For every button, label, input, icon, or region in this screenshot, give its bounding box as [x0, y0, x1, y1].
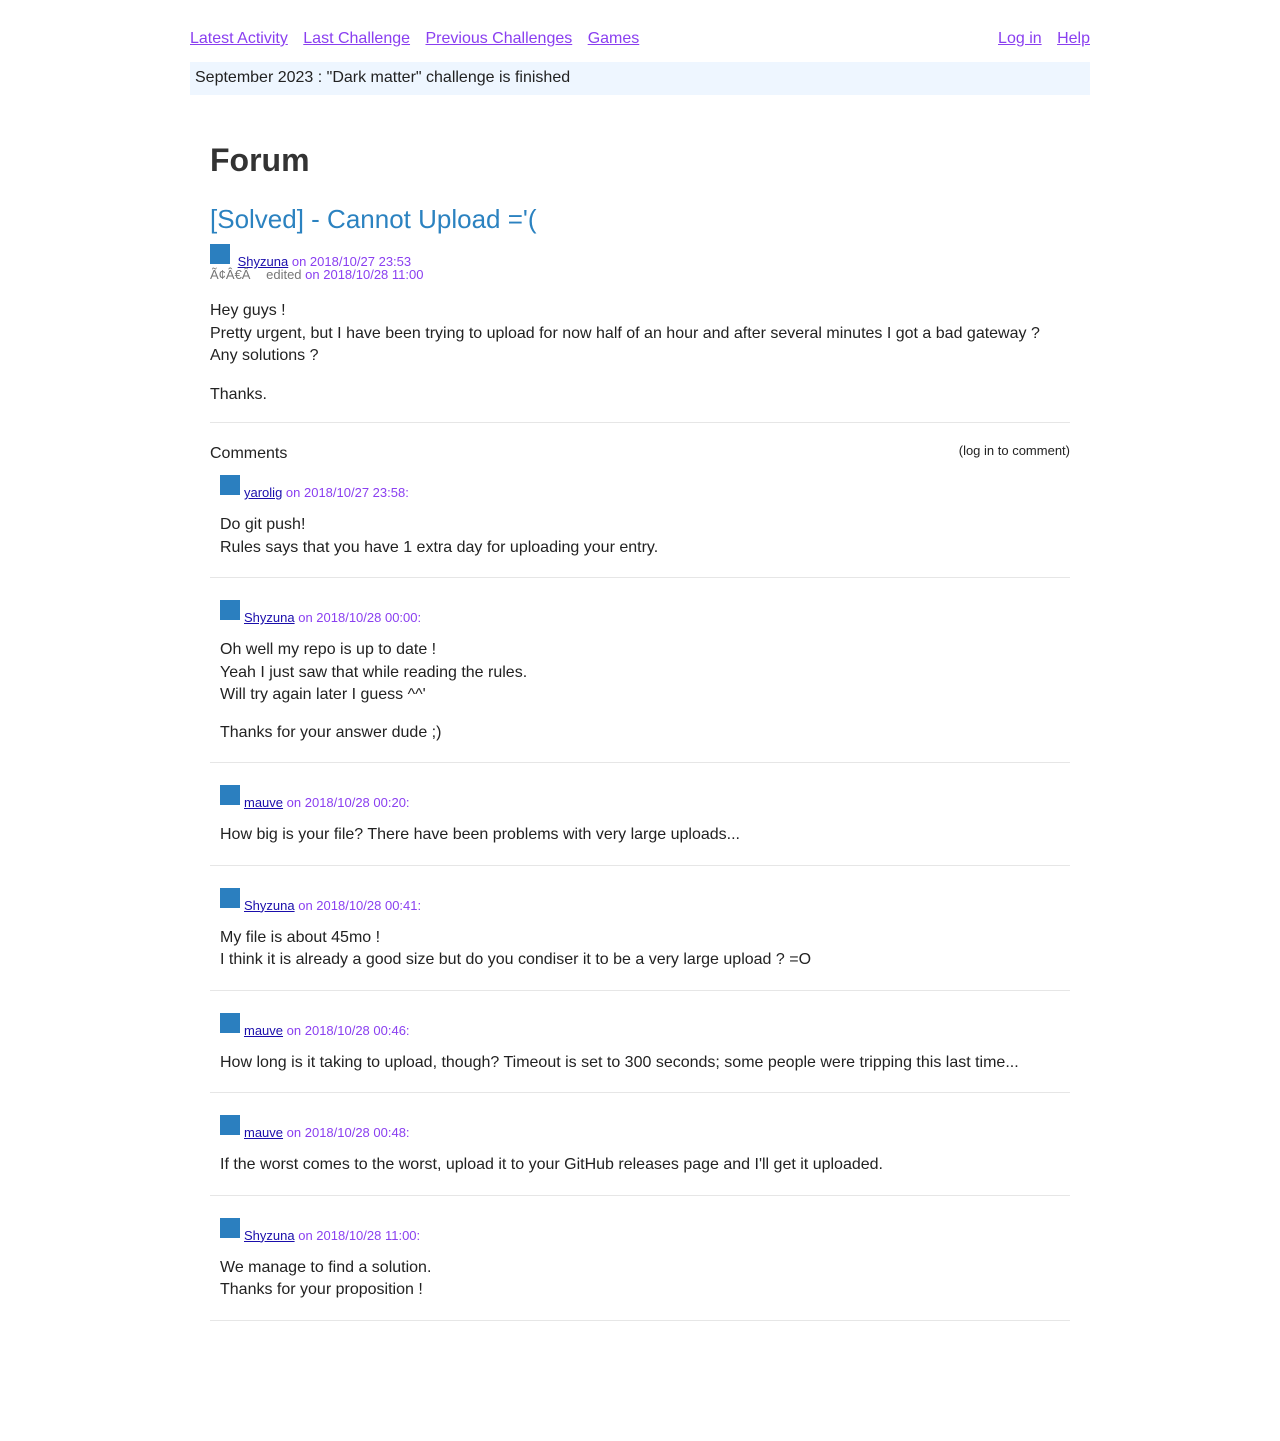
user-avatar-icon: [210, 244, 230, 264]
topic-edited-line: Ã¢Â€Â edited on 2018/10/28 11:00: [210, 267, 1070, 282]
paragraph: We manage to find a solution. Thanks for…: [220, 1258, 432, 1299]
comments-label: Comments: [210, 445, 288, 462]
comment-body: Do git push! Rules says that you have 1 …: [220, 514, 1060, 559]
comment-meta: yarolig on 2018/10/27 23:58:: [220, 475, 1060, 500]
nav-right: Log in Help: [987, 30, 1090, 48]
page-wrapper: Latest Activity Last Challenge Previous …: [190, 0, 1090, 1321]
comment-meta: Shyzuna on 2018/10/28 11:00:: [220, 1196, 1060, 1243]
nav-left: Latest Activity Last Challenge Previous …: [190, 30, 650, 47]
nav-help[interactable]: Help: [1057, 30, 1090, 47]
login-to-comment: (log in to comment): [958, 443, 1070, 458]
comment-body: How long is it taking to upload, though?…: [220, 1052, 1060, 1075]
user-avatar-icon: [220, 1217, 240, 1238]
comment-author-link[interactable]: Shyzuna: [244, 898, 295, 913]
topic-body: Hey guys ! Pretty urgent, but I have bee…: [210, 300, 1070, 406]
nav-log-in[interactable]: Log in: [998, 30, 1042, 47]
nav-latest-activity[interactable]: Latest Activity: [190, 30, 288, 47]
paragraph: Oh well my repo is up to date ! Yeah I j…: [220, 641, 528, 703]
nav-last-challenge[interactable]: Last Challenge: [303, 30, 410, 47]
paragraph: How big is your file? There have been pr…: [220, 826, 740, 843]
garbled-text: Ã¢Â€Â: [210, 267, 251, 282]
comment-date: on 2018/10/28 00:00:: [298, 610, 422, 625]
comment-meta: mauve on 2018/10/28 00:20:: [220, 763, 1060, 810]
challenge-banner: September 2023 : "Dark matter" challenge…: [190, 62, 1090, 95]
user-avatar-icon: [220, 475, 240, 495]
comment-body: If the worst comes to the worst, upload …: [220, 1154, 1060, 1177]
paragraph: Do git push! Rules says that you have 1 …: [220, 516, 659, 556]
comment: mauve on 2018/10/28 00:48: If the worst c…: [210, 1093, 1070, 1196]
paragraph: Thanks.: [210, 385, 267, 403]
comments-list: yarolig on 2018/10/27 23:58: Do git push!…: [210, 475, 1070, 1321]
comment: mauve on 2018/10/28 00:20: How big is you…: [210, 763, 1070, 866]
user-avatar-icon: [220, 887, 240, 908]
user-avatar-icon: [220, 1115, 240, 1135]
comment: Shyzuna on 2018/10/28 00:00: Oh well my r…: [210, 578, 1070, 763]
comment-meta: Shyzuna on 2018/10/28 00:00:: [220, 578, 1060, 625]
comment-author-link[interactable]: mauve: [244, 1125, 283, 1140]
comment-date: on 2018/10/28 00:20:: [286, 795, 410, 810]
comment-date: on 2018/10/28 11:00:: [298, 1227, 421, 1243]
comment-date: on 2018/10/27 23:58:: [285, 485, 409, 500]
comments-header: Comments (log in to comment): [210, 443, 1070, 475]
user-avatar-icon: [220, 1012, 240, 1033]
edited-label: edited: [266, 267, 302, 282]
comment-body: How big is your file? There have been pr…: [220, 824, 1060, 847]
paragraph: How long is it taking to upload, though?…: [220, 1053, 1019, 1071]
comment-date: on 2018/10/28 00:48:: [286, 1125, 410, 1140]
comment-meta: mauve on 2018/10/28 00:46:: [220, 991, 1060, 1038]
comment-body: Oh well my repo is up to date ! Yeah I j…: [220, 639, 1060, 744]
comment-author-link[interactable]: mauve: [244, 1023, 283, 1038]
main-content: Forum [Solved] - Cannot Upload ='( Shyzu…: [190, 140, 1090, 1321]
paragraph: Thanks for your answer dude ;): [220, 723, 442, 741]
comment-body: My file is about 45mo ! I think it is al…: [220, 927, 1060, 972]
paragraph: If the worst comes to the worst, upload …: [220, 1156, 883, 1173]
comment-meta: mauve on 2018/10/28 00:48:: [220, 1093, 1060, 1140]
topic-title: [Solved] - Cannot Upload ='(: [210, 204, 537, 234]
comment: yarolig on 2018/10/27 23:58: Do git push!…: [210, 475, 1070, 578]
user-avatar-icon: [220, 600, 240, 620]
user-avatar-icon: [220, 785, 240, 805]
comment-body: We manage to find a solution. Thanks for…: [220, 1257, 1060, 1302]
divider: [210, 422, 1070, 423]
comment: Shyzuna on 2018/10/28 11:00: We manage to…: [210, 1196, 1070, 1321]
top-navigation: Latest Activity Last Challenge Previous …: [190, 0, 1090, 62]
comment: Shyzuna on 2018/10/28 00:41: My file is a…: [210, 866, 1070, 991]
nav-games[interactable]: Games: [588, 30, 640, 47]
comment-author-link[interactable]: Shyzuna: [244, 610, 295, 625]
comment-author-link[interactable]: yarolig: [244, 485, 282, 500]
comment-date: on 2018/10/28 00:46:: [286, 1022, 410, 1038]
nav-previous-challenges[interactable]: Previous Challenges: [425, 30, 572, 47]
topic-meta: Shyzuna on 2018/10/27 23:53: [210, 244, 1070, 269]
edited-date: on 2018/10/28 11:00: [305, 267, 424, 282]
comment-author-link[interactable]: mauve: [244, 795, 283, 810]
paragraph: Hey guys ! Pretty urgent, but I have bee…: [210, 302, 1040, 364]
comment-author-link[interactable]: Shyzuna: [244, 1228, 295, 1243]
page-title: Forum: [210, 142, 310, 178]
paragraph: My file is about 45mo ! I think it is al…: [220, 928, 812, 969]
comment-meta: Shyzuna on 2018/10/28 00:41:: [220, 866, 1060, 913]
comment: mauve on 2018/10/28 00:46: How long is it…: [210, 991, 1070, 1093]
comment-date: on 2018/10/28 00:41:: [298, 897, 422, 913]
